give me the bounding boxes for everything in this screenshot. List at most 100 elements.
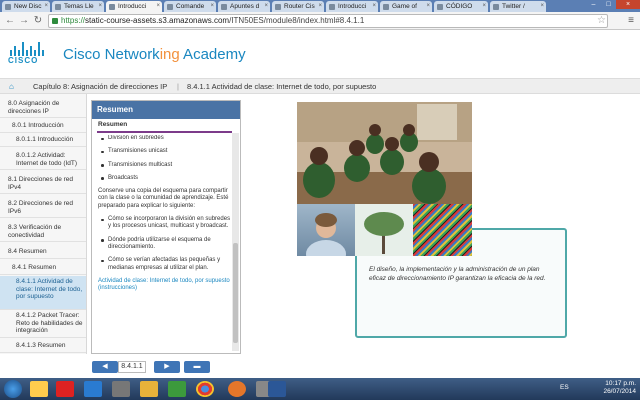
tab-favicon-icon: [55, 4, 61, 10]
tab-close-icon[interactable]: ×: [482, 3, 486, 9]
photo-strip: [297, 204, 472, 268]
tab-close-icon[interactable]: ×: [318, 3, 322, 9]
tab-close-icon[interactable]: ×: [372, 3, 376, 9]
reload-icon[interactable]: ↻: [32, 15, 44, 27]
sidebar-item[interactable]: 8.3 Verificación de conectividad: [0, 222, 86, 242]
browser-tab[interactable]: Introducci ×: [326, 1, 378, 12]
browser-tab[interactable]: Comande ×: [164, 1, 216, 12]
tab-close-icon[interactable]: ×: [98, 3, 102, 9]
scrollbar-thumb[interactable]: [233, 243, 238, 343]
browser-tab[interactable]: Router Cis ×: [272, 1, 324, 12]
list-item: Cómo se incorporaron la división en subr…: [98, 216, 232, 231]
browser-tab-strip: New Disc × Temas Lle × Introducci × Comande…: [0, 0, 640, 12]
tab-close-icon[interactable]: ×: [210, 3, 214, 9]
cisco-logo-word: CISCO: [8, 56, 39, 65]
previous-page-button[interactable]: ◀: [92, 361, 118, 373]
url-path: /ITN50ES/module8/index.html#8.4.1.1: [229, 16, 365, 25]
browser-tab[interactable]: New Disc ×: [2, 1, 50, 12]
explorer-icon[interactable]: [30, 381, 48, 397]
summary-body: División en subredes Transmisiones unica…: [98, 135, 232, 351]
lock-icon: [52, 18, 58, 24]
woman-portrait-image: [297, 204, 355, 268]
home-icon[interactable]: ⌂: [9, 79, 14, 94]
caption-text: El diseño, la implementación y la admini…: [369, 266, 546, 282]
browser-tab[interactable]: Apuntes d ×: [218, 1, 270, 12]
summary-divider: [97, 131, 232, 133]
browser-tab[interactable]: Game of ×: [380, 1, 432, 12]
language-indicator[interactable]: ES: [560, 384, 569, 391]
browser-tab[interactable]: CÓDIGO ×: [434, 1, 488, 12]
sidebar-item[interactable]: 8.0 Asignación de direcciones IP: [0, 98, 86, 118]
sidebar-item[interactable]: 8.0.1 Introducción: [0, 120, 86, 133]
sidebar-item[interactable]: 8.1 Direcciones de red IPv4: [0, 174, 86, 194]
start-button[interactable]: [4, 380, 22, 398]
sidebar-item[interactable]: 8.0.1.2 Actividad: Internet de todo (IdT…: [0, 150, 86, 170]
tab-favicon-icon: [5, 4, 11, 10]
summary-panel: Resumen Resumen División en subredes Tra…: [91, 100, 241, 354]
sidebar-item[interactable]: 8.4.1.2 Packet Tracer: Reto de habilidad…: [0, 310, 86, 338]
academy-brand-title: Cisco Networking Academy: [63, 46, 246, 63]
breadcrumb: ⌂ Capítulo 8: Asignación de direcciones …: [0, 78, 640, 94]
summary-scrollbar[interactable]: [232, 133, 239, 351]
sidebar-item-active[interactable]: 8.4.1.1 Actividad de clase: Internet de …: [0, 276, 86, 310]
menu-button[interactable]: ▬: [184, 361, 210, 373]
app-icon[interactable]: [168, 381, 186, 397]
tree-image: [355, 204, 413, 256]
address-bar[interactable]: https://static-course-assets.s3.amazonaw…: [48, 14, 608, 28]
sidebar-item[interactable]: 8.2 Direcciones de red IPv6: [0, 198, 86, 218]
browser-tab[interactable]: Temas Lle ×: [52, 1, 104, 12]
url-scheme: https://: [61, 16, 86, 25]
summary-panel-title: Resumen: [92, 101, 240, 119]
tab-favicon-icon: [383, 4, 389, 10]
system-clock[interactable]: 10:17 p.m. 26/07/2014: [603, 380, 636, 396]
list-item: Transmisiones unicast: [98, 148, 232, 155]
browser-toolbar: ← → ↻ https://static-course-assets.s3.am…: [0, 12, 640, 30]
chrome-icon[interactable]: [196, 381, 214, 397]
sidebar-item[interactable]: 8.4.1 Resumen: [0, 262, 86, 275]
word-icon[interactable]: [268, 381, 286, 397]
site-header: CISCO Cisco Networking Academy: [0, 30, 640, 78]
back-icon[interactable]: ←: [4, 15, 16, 27]
tab-favicon-icon: [221, 4, 227, 10]
breadcrumb-current: 8.4.1.1 Actividad de clase: Internet de …: [187, 82, 377, 91]
breadcrumb-separator: |: [177, 82, 179, 91]
sidebar-item[interactable]: 8.0.1.1 Introducción: [0, 134, 86, 147]
breadcrumb-chapter[interactable]: Capítulo 8: Asignación de direcciones IP: [33, 79, 167, 94]
tab-close-icon[interactable]: ×: [264, 3, 268, 9]
tab-close-icon[interactable]: ×: [44, 3, 48, 9]
tab-close-icon[interactable]: ×: [426, 3, 430, 9]
page-number-field[interactable]: 8.4.1.1: [118, 361, 146, 373]
list-item: Broadcasts: [98, 175, 232, 182]
media-player-icon[interactable]: [84, 381, 102, 397]
bookmark-star-icon[interactable]: ☆: [597, 15, 606, 26]
summary-list-1: División en subredes Transmisiones unica…: [98, 135, 232, 182]
page-navigation: ◀ 8.4.1.1 ▶ ▬: [88, 354, 640, 378]
app-icon[interactable]: [112, 381, 130, 397]
tab-favicon-icon: [275, 4, 281, 10]
sidebar-item[interactable]: 8.4 Resumen: [0, 246, 86, 259]
tab-close-icon[interactable]: ×: [540, 3, 544, 9]
next-page-button[interactable]: ▶: [154, 361, 180, 373]
browser-tab-active[interactable]: Introducci ×: [106, 1, 162, 12]
window-controls: – □ ×: [586, 0, 640, 10]
url-host: static-course-assets.s3.amazonaws.com: [85, 16, 230, 25]
firefox-icon[interactable]: [228, 381, 246, 397]
list-item: Cómo se verían afectadas las pequeñas y …: [98, 257, 232, 272]
tab-favicon-icon: [437, 4, 443, 10]
window-close-icon[interactable]: ×: [616, 0, 640, 9]
maximize-icon[interactable]: □: [601, 0, 616, 9]
list-item: Transmisiones multicast: [98, 162, 232, 169]
summary-paragraph: Conserve una copia del esquema para comp…: [98, 188, 229, 209]
folder-icon[interactable]: [140, 381, 158, 397]
activity-instructions-link[interactable]: Actividad de clase: Internet de todo, po…: [98, 278, 232, 293]
forward-icon[interactable]: →: [18, 15, 30, 27]
espn-icon[interactable]: [56, 381, 74, 397]
browser-tab[interactable]: Twitter / ×: [490, 1, 546, 12]
tab-close-icon[interactable]: ×: [156, 3, 160, 9]
tab-favicon-icon: [329, 4, 335, 10]
minimize-icon[interactable]: –: [586, 0, 601, 9]
cables-image: [413, 204, 472, 256]
browser-menu-icon[interactable]: ≡: [628, 15, 634, 26]
sidebar-item[interactable]: 8.4.1.3 Resumen: [0, 340, 86, 353]
tab-favicon-icon: [167, 4, 173, 10]
